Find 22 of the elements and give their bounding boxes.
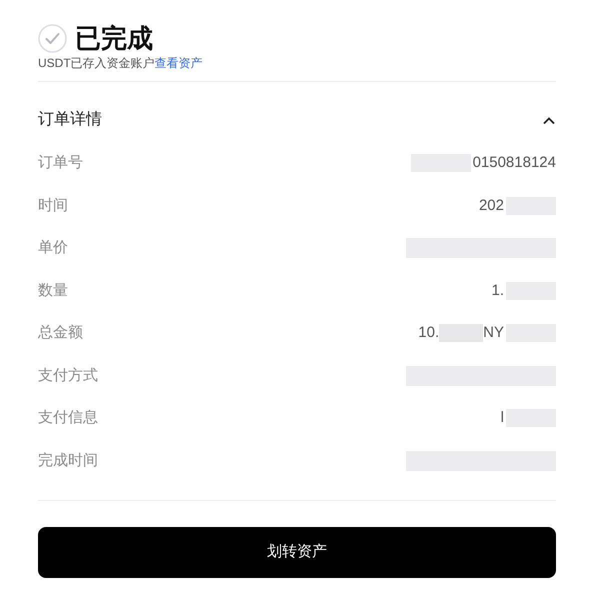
status-title: 已完成	[75, 22, 153, 54]
detail-label: 时间	[38, 196, 68, 216]
check-circle-icon	[38, 24, 67, 52]
detail-label: 数量	[38, 280, 68, 300]
detail-value: 10.	[418, 323, 440, 343]
detail-value: 1.	[491, 280, 504, 300]
view-assets-link[interactable]: 查看资产	[154, 55, 203, 71]
detail-label: 订单号	[38, 153, 83, 173]
detail-label: 支付方式	[38, 366, 98, 386]
detail-value: 202	[478, 196, 504, 216]
detail-value: l	[500, 408, 504, 428]
transfer-assets-button[interactable]: 划转资产	[38, 527, 556, 578]
detail-label: 支付信息	[38, 408, 98, 428]
detail-label: 单价	[38, 238, 68, 258]
chevron-up-icon[interactable]	[542, 116, 556, 124]
status-message: USDT已存入资金账户	[38, 55, 155, 71]
detail-label: 完成时间	[38, 450, 98, 470]
detail-label: 总金额	[38, 323, 83, 343]
detail-value: NY	[483, 323, 504, 343]
detail-value: 0150818124	[472, 153, 556, 173]
redaction-block	[439, 324, 484, 342]
section-title: 订单详情	[38, 110, 102, 130]
